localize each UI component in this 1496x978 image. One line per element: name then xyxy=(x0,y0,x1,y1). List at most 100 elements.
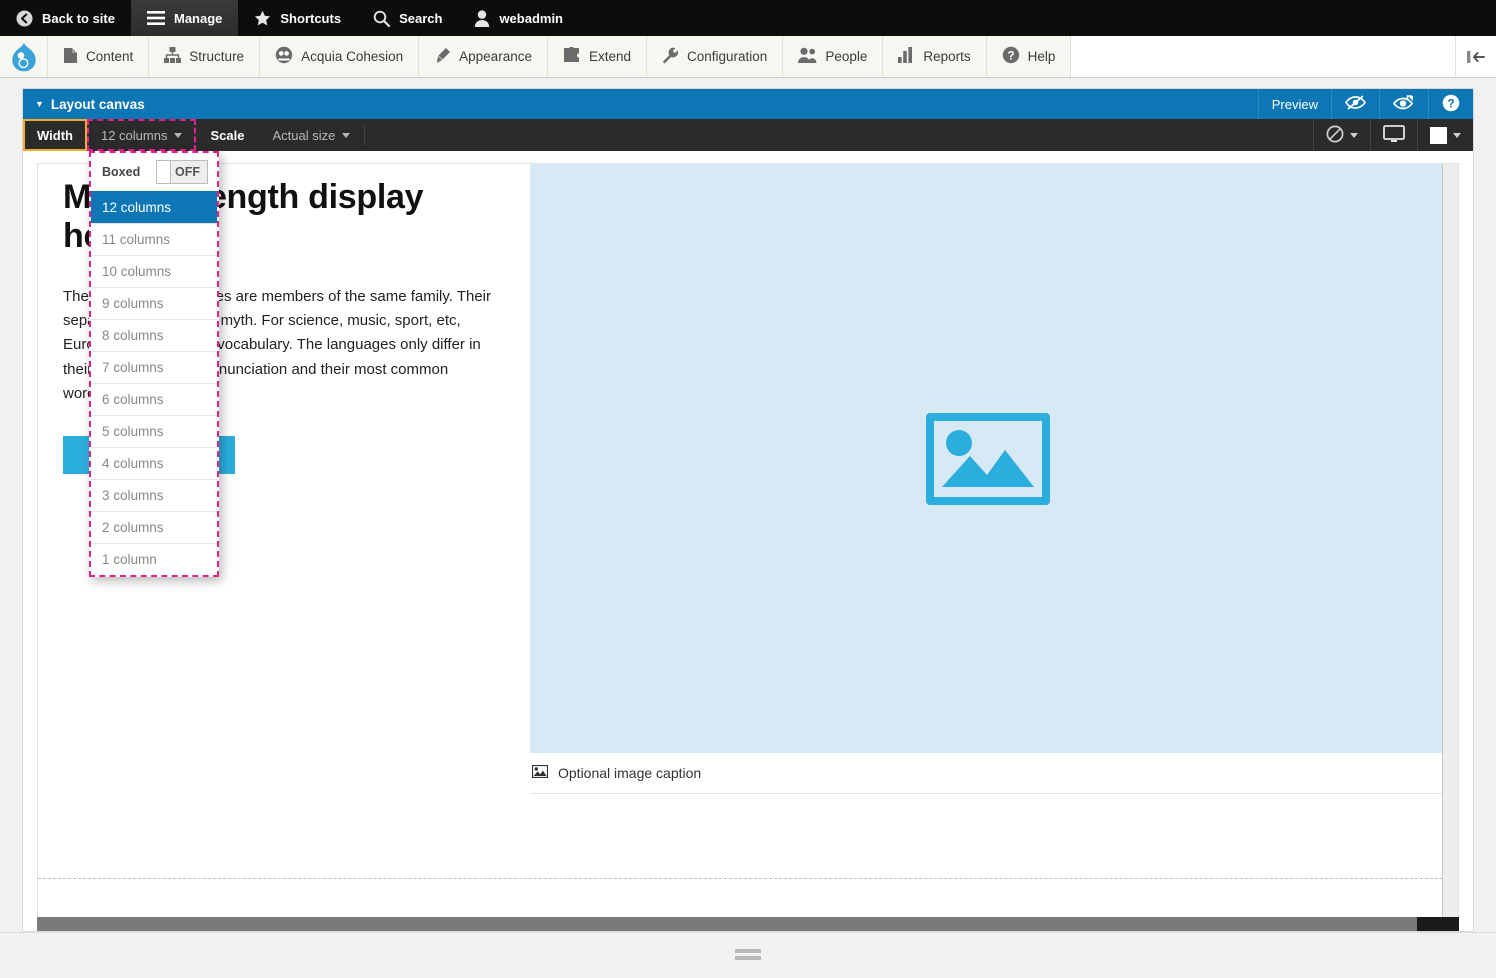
width-option-2-columns[interactable]: 2 columns xyxy=(91,511,217,543)
drag-handle-bar xyxy=(735,956,761,960)
width-option-11-columns[interactable]: 11 columns xyxy=(91,223,217,255)
paintbrush-icon xyxy=(434,47,451,67)
bar-chart-icon xyxy=(898,47,915,66)
option-label: 8 columns xyxy=(102,328,164,343)
menu-item-help[interactable]: ? Help xyxy=(987,36,1072,77)
option-label: 2 columns xyxy=(102,520,164,535)
width-dropdown-menu: Boxed OFF 12 columns 11 columns 10 colum… xyxy=(89,151,219,577)
drag-handle[interactable] xyxy=(735,949,761,960)
svg-text:?: ? xyxy=(1447,96,1454,110)
menu-item-label: Extend xyxy=(589,49,631,64)
admin-item-search[interactable]: Search xyxy=(357,0,458,36)
page-body: ▼ Layout canvas Preview xyxy=(0,78,1496,978)
width-option-8-columns[interactable]: 8 columns xyxy=(91,319,217,351)
image-caption-row: Optional image caption xyxy=(530,753,1446,794)
width-option-12-columns[interactable]: 12 columns xyxy=(91,191,217,223)
image-small-icon xyxy=(532,765,548,781)
horizontal-scrollbar[interactable] xyxy=(37,917,1459,931)
menu-item-reports[interactable]: Reports xyxy=(883,36,986,77)
toolbar-right-controls xyxy=(1313,119,1473,151)
width-option-4-columns[interactable]: 4 columns xyxy=(91,447,217,479)
boxed-row: Boxed OFF xyxy=(91,153,217,191)
menu-item-extend[interactable]: Extend xyxy=(548,36,647,77)
menu-item-label: Appearance xyxy=(459,49,532,64)
image-caption-text: Optional image caption xyxy=(558,765,701,781)
admin-item-label: Back to site xyxy=(42,11,115,26)
width-dropdown-trigger[interactable]: 12 columns xyxy=(87,119,196,151)
option-label: 5 columns xyxy=(102,424,164,439)
option-label: 10 columns xyxy=(102,264,171,279)
chevron-down-icon xyxy=(342,133,350,138)
toolbar-divider xyxy=(364,125,365,145)
menu-item-people[interactable]: People xyxy=(783,36,883,77)
width-option-7-columns[interactable]: 7 columns xyxy=(91,351,217,383)
width-scale-toolbar: Width 12 columns Scale Actual size xyxy=(23,119,1473,151)
wrench-icon xyxy=(662,47,679,67)
menu-item-appearance[interactable]: Appearance xyxy=(419,36,548,77)
layout-canvas-header: ▼ Layout canvas Preview xyxy=(23,89,1473,119)
menu-item-structure[interactable]: Structure xyxy=(149,36,260,77)
menu-item-label: People xyxy=(825,49,867,64)
hide-preview-button[interactable] xyxy=(1331,89,1379,119)
background-color-button[interactable] xyxy=(1417,119,1473,151)
preview-button[interactable]: Preview xyxy=(1258,89,1331,119)
drag-handle-bar xyxy=(735,949,761,953)
user-icon xyxy=(474,10,490,27)
help-button[interactable]: ? xyxy=(1428,89,1473,119)
cohesion-icon xyxy=(275,46,293,67)
drupal-logo[interactable] xyxy=(0,36,48,77)
open-preview-button[interactable] xyxy=(1379,89,1428,119)
monitor-icon xyxy=(1383,125,1405,146)
device-desktop-button[interactable] xyxy=(1370,119,1417,151)
menu-spacer xyxy=(1071,36,1456,77)
admin-item-manage[interactable]: Manage xyxy=(131,0,238,36)
orientation-toggle-icon[interactable] xyxy=(1456,36,1496,77)
scale-dropdown-value: Actual size xyxy=(272,128,335,143)
layout-canvas-shell: ▼ Layout canvas Preview xyxy=(22,88,1474,932)
menu-item-label: Structure xyxy=(189,49,244,64)
admin-item-label: Manage xyxy=(174,11,222,26)
admin-item-user[interactable]: webadmin xyxy=(458,0,579,36)
width-dropdown-value: 12 columns xyxy=(101,128,167,143)
bottom-resize-strip xyxy=(0,932,1496,976)
scale-dropdown-trigger[interactable]: Actual size xyxy=(258,119,364,151)
document-icon xyxy=(63,47,78,67)
preview-frame: Medium length display heading The Europe… xyxy=(37,163,1459,917)
option-label: 1 column xyxy=(102,552,157,567)
option-label: 3 columns xyxy=(102,488,164,503)
menu-item-content[interactable]: Content xyxy=(48,36,149,77)
admin-item-label: webadmin xyxy=(499,11,563,26)
width-option-3-columns[interactable]: 3 columns xyxy=(91,479,217,511)
width-option-5-columns[interactable]: 5 columns xyxy=(91,415,217,447)
color-swatch xyxy=(1430,127,1447,144)
menu-item-label: Acquia Cohesion xyxy=(301,49,403,64)
boxed-toggle[interactable]: OFF xyxy=(156,160,208,184)
option-label: 11 columns xyxy=(102,232,170,247)
eye-slash-icon xyxy=(1345,95,1366,113)
scale-label: Scale xyxy=(196,119,258,151)
boxed-toggle-state: OFF xyxy=(175,165,207,179)
sitemap-icon xyxy=(164,47,181,66)
width-option-10-columns[interactable]: 10 columns xyxy=(91,255,217,287)
scrollbar-thumb-end[interactable] xyxy=(1417,917,1459,931)
width-option-9-columns[interactable]: 9 columns xyxy=(91,287,217,319)
width-option-1-column[interactable]: 1 column xyxy=(91,543,217,575)
menu-item-label: Content xyxy=(86,49,133,64)
star-icon xyxy=(254,10,271,27)
puzzle-icon xyxy=(563,47,581,66)
boxed-label: Boxed xyxy=(102,165,140,179)
ban-circle-icon xyxy=(1326,125,1344,146)
menu-item-configuration[interactable]: Configuration xyxy=(647,36,783,77)
admin-item-shortcuts[interactable]: Shortcuts xyxy=(238,0,357,36)
image-placeholder[interactable] xyxy=(530,164,1446,753)
width-option-6-columns[interactable]: 6 columns xyxy=(91,383,217,415)
chevron-down-icon xyxy=(174,133,182,138)
vertical-scrollbar[interactable] xyxy=(1442,164,1458,917)
option-label: 6 columns xyxy=(102,392,164,407)
admin-item-back-to-site[interactable]: Back to site xyxy=(0,0,131,36)
layout-canvas-title-group[interactable]: ▼ Layout canvas xyxy=(23,97,145,112)
menu-item-acquia-cohesion[interactable]: Acquia Cohesion xyxy=(260,36,419,77)
admin-toolbar: Back to site Manage Shortcuts Search web… xyxy=(0,0,1496,36)
visibility-dropdown-button[interactable] xyxy=(1313,119,1370,151)
canvas-preview-area: Medium length display heading The Europe… xyxy=(23,151,1473,917)
